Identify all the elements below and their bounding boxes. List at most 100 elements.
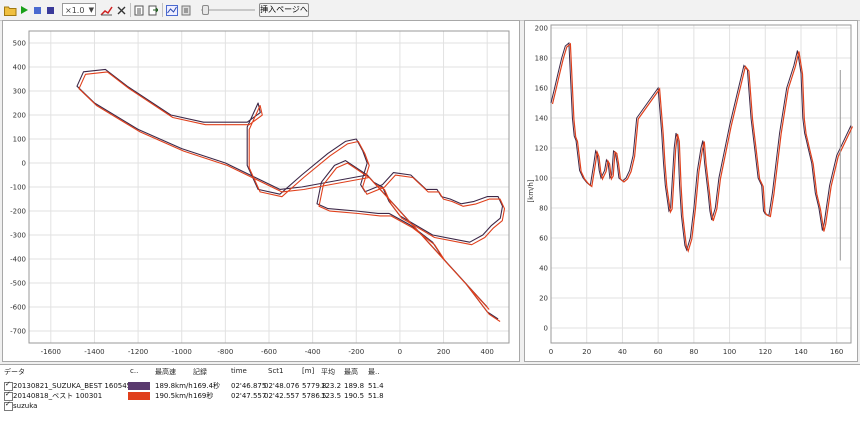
x-tick-label: 400 [480, 348, 493, 356]
toolbar-separator [130, 3, 131, 17]
col-header-data[interactable]: データ [4, 367, 25, 377]
speed-chart[interactable]: 0 20 40 60 80 100 120 140 1602001801601401201008… [525, 21, 857, 361]
row-max: 190.5 [344, 392, 365, 400]
row-record: 169.4秒 [193, 382, 221, 390]
x-tick-label: -1400 [84, 348, 104, 356]
y-tick-label: 0 [22, 160, 26, 168]
y-tick-label: 60 [539, 235, 548, 243]
y-tick-label: -600 [10, 304, 26, 312]
col-header-sct1[interactable]: Sct1 [268, 367, 284, 377]
close-icon[interactable] [115, 3, 127, 17]
y-tick-label: -300 [10, 232, 26, 240]
y-tick-label: -200 [10, 208, 26, 216]
clipboard-icon[interactable] [133, 3, 145, 17]
x-tick-label: 100 [723, 348, 736, 356]
row-name: 20130821_SUZUKA_BEST 160545 [13, 382, 132, 390]
speed-chart-panel: 0 20 40 60 80 100 120 140 160 200 180 160 140 120 100 8… [524, 20, 858, 362]
x-tick-label: -800 [217, 348, 233, 356]
chart-edit-icon[interactable] [99, 3, 113, 17]
y-tick-label: 0 [544, 325, 548, 333]
track-map-chart[interactable]: -1600 -1400 -1200 -1000 -800 -600 -400 -200 0 200… [3, 21, 519, 361]
col-header-top-speed[interactable]: 最高速 [155, 367, 176, 377]
col-header-distance[interactable]: [m] [302, 367, 314, 377]
x-tick-label: 0 [549, 348, 553, 356]
x-tick-label: 160 [830, 348, 843, 356]
col-header-max[interactable]: 最高 [344, 367, 358, 377]
y-tick-label: -500 [10, 280, 26, 288]
y-tick-label: 100 [13, 136, 26, 144]
y-tick-label: 20 [539, 295, 548, 303]
row-record: 169秒 [193, 392, 214, 400]
track-map-panel: -1600 -1400 -1200 -1000 -800 -600 -400 -200 0 200… [2, 20, 520, 362]
lap-data-table: データ c.. 最高速 記録 time Sct1 [m] 平均 最高 最.. 2… [0, 364, 860, 431]
y-tick-label: -100 [10, 184, 26, 192]
track-line-run1 [76, 68, 504, 320]
table-row[interactable]: 20130821_SUZUKA_BEST 160545 189.8km/h169.… [0, 380, 860, 391]
playback-slider[interactable] [201, 5, 255, 15]
row-sct1: 02'48.076 [264, 382, 300, 390]
export-icon[interactable] [147, 3, 159, 17]
speed-line-run1 [550, 41, 852, 252]
y-tick-label: -400 [10, 256, 26, 264]
col-header-time[interactable]: time [231, 367, 247, 377]
stats-icon[interactable] [180, 3, 192, 17]
y-tick-label: 300 [13, 88, 26, 96]
y-tick-label: 180 [535, 55, 548, 63]
slider-track [201, 9, 255, 11]
chevron-down-icon: ▼ [88, 6, 94, 14]
row-top-speed: 190.5km/h [155, 392, 193, 400]
slider-thumb[interactable] [202, 5, 209, 15]
y-tick-label: 120 [535, 145, 548, 153]
row-sct1: 02'42.557 [264, 392, 300, 400]
x-tick-label: -200 [348, 348, 364, 356]
row-min: 51.4 [368, 382, 384, 390]
row-checkbox[interactable] [4, 400, 13, 411]
y-tick-label: -700 [10, 328, 26, 336]
row-top-speed: 189.8km/h [155, 382, 193, 390]
y-tick-label: 100 [535, 175, 548, 183]
toolbar-separator [162, 3, 163, 17]
row-max: 189.8 [344, 382, 365, 390]
plot-frame [550, 24, 852, 344]
x-tick-label: 40 [618, 348, 627, 356]
x-tick-label: -1000 [172, 348, 192, 356]
color-swatch[interactable] [128, 382, 150, 390]
y-tick-label: 140 [535, 115, 548, 123]
x-tick-label: 60 [654, 348, 663, 356]
col-header-color[interactable]: c.. [130, 367, 138, 377]
col-header-average[interactable]: 平均 [321, 367, 335, 377]
x-tick-label: 80 [689, 348, 698, 356]
y-tick-label: 160 [535, 85, 548, 93]
x-tick-label: -1200 [128, 348, 148, 356]
row-min: 51.8 [368, 392, 384, 400]
insert-page-button[interactable]: 挿入ページへ [259, 3, 309, 17]
col-header-min[interactable]: 最.. [368, 367, 379, 377]
open-folder-icon[interactable] [3, 3, 17, 17]
stop-icon[interactable] [44, 3, 56, 17]
row-time: 02'46.875 [231, 382, 267, 390]
row-name: 20140818_ベスト 100301 [13, 392, 103, 400]
row-average: 123.5 [321, 392, 342, 400]
y-axis-label: [km/h] [527, 179, 535, 202]
x-tick-label: 20 [582, 348, 591, 356]
zoom-select[interactable]: ×1.0 ▼ [62, 3, 96, 16]
color-swatch[interactable] [128, 392, 150, 400]
x-tick-label: 200 [437, 348, 450, 356]
line-chart-icon[interactable] [165, 3, 178, 17]
y-tick-label: 400 [13, 64, 26, 72]
y-tick-label: 80 [539, 205, 548, 213]
table-row[interactable]: 20140818_ベスト 100301 190.5km/h169秒 02'47.55… [0, 390, 860, 401]
y-tick-label: 200 [13, 112, 26, 120]
table-row[interactable]: suzuka [0, 400, 860, 411]
x-tick-label: -600 [261, 348, 277, 356]
play-icon[interactable] [18, 3, 30, 17]
row-name: suzuka [13, 402, 38, 410]
track-line-run2 [78, 71, 506, 322]
x-tick-label: 140 [794, 348, 807, 356]
y-tick-label: 500 [13, 40, 26, 48]
pause-icon[interactable] [31, 3, 43, 17]
x-tick-label: 120 [759, 348, 772, 356]
col-header-record[interactable]: 記録 [193, 367, 207, 377]
x-tick-label: 0 [398, 348, 402, 356]
map-grid [29, 31, 509, 343]
